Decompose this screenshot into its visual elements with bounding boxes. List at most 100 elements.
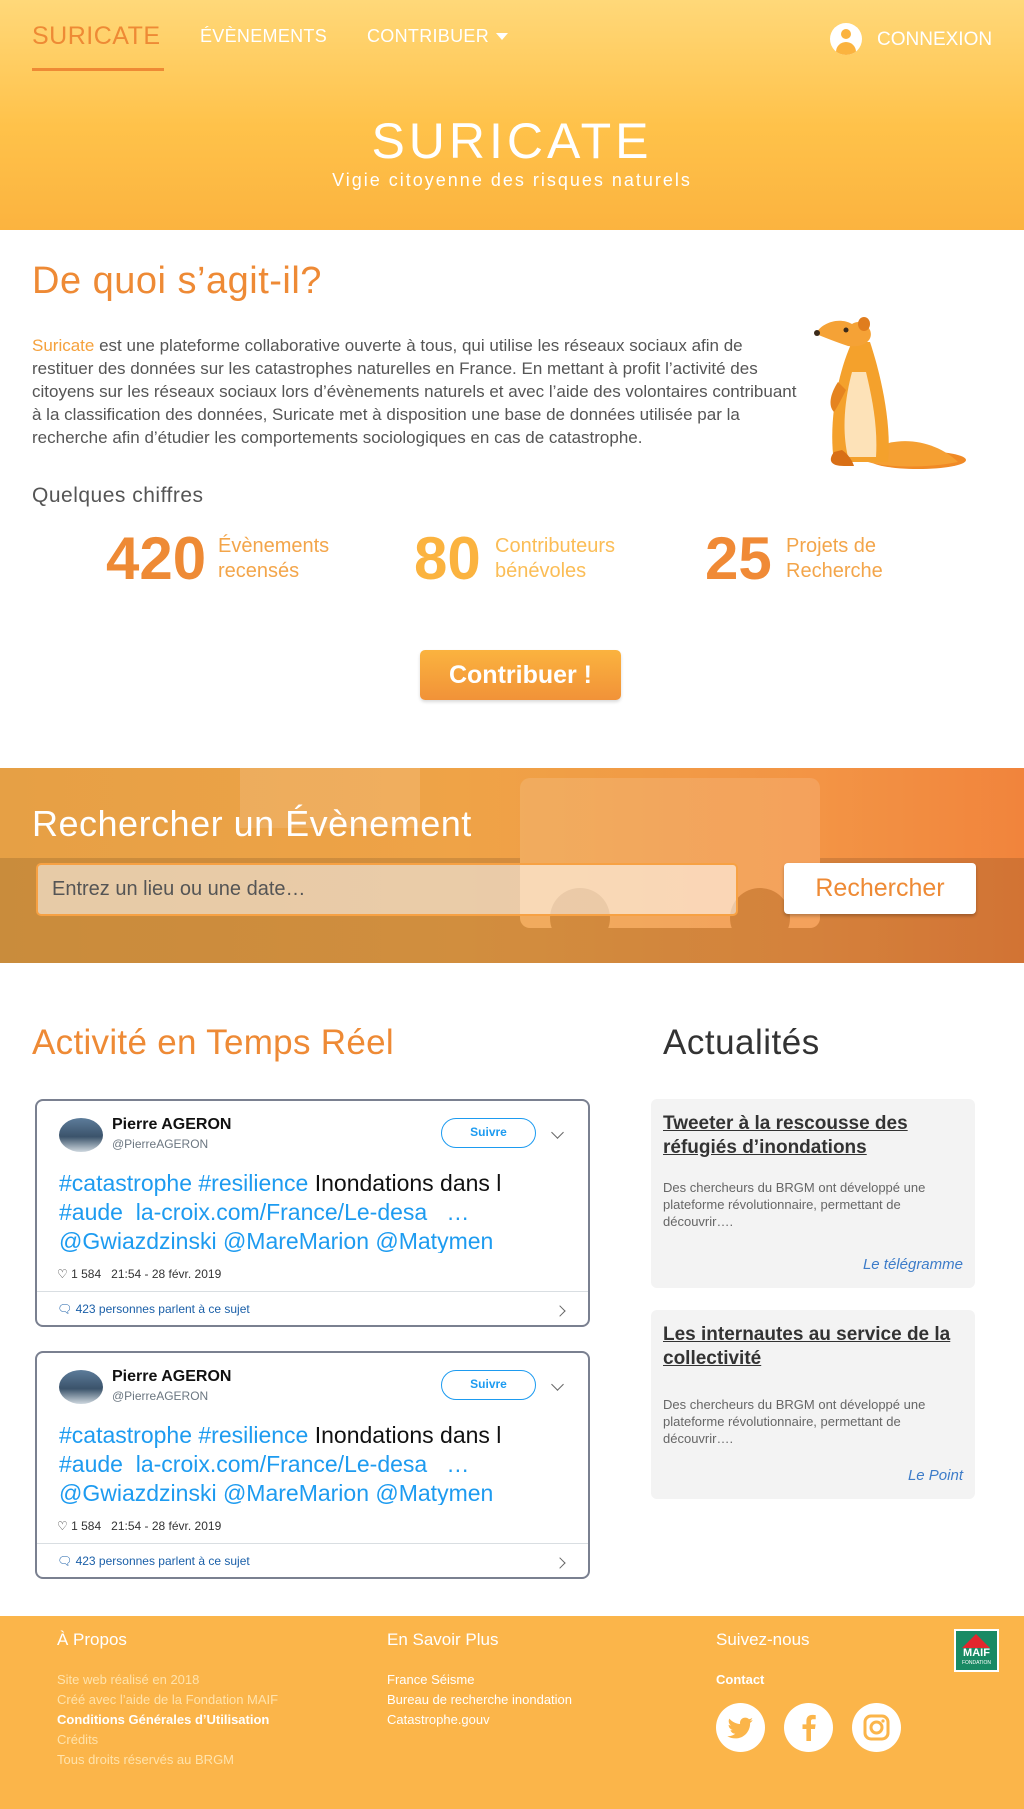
news-card-title[interactable]: Les internautes au service de la collect… [663,1323,963,1371]
stat-projects-value: 25 [705,525,772,592]
stats-title: Quelques chiffres [32,484,204,507]
news-card-title[interactable]: Tweeter à la rescousse des réfugiés d’in… [663,1112,963,1160]
tweet-author-handle[interactable]: @PierreAGERON [112,1389,208,1403]
news-card-source[interactable]: Le télégramme [863,1256,963,1273]
like-count: 1 584 [71,1267,102,1281]
avatar[interactable] [59,1118,103,1152]
about-title: De quoi s’agit-il? [32,260,322,302]
maif-foundation-logo[interactable]: MAIF FONDATION [954,1629,999,1672]
stat-contributors-value: 80 [414,525,481,592]
footer-about-item: Tous droits réservés au BRGM [57,1752,235,1767]
hashtag-link[interactable]: #aude [59,1199,123,1225]
tweet-card[interactable]: Pierre AGERON @PierreAGERON Suivre #cata… [35,1099,590,1327]
chevron-down-icon[interactable] [551,1126,564,1139]
footer-contact-link[interactable]: Contact [716,1670,764,1690]
about-text: est une plateforme collaborative ouverte… [32,336,797,447]
search-input[interactable]: Entrez un lieu ou une date… [36,863,738,916]
stat-projects-label: Projets de Recherche [786,535,883,582]
nav-events-link[interactable]: ÉVÈNEMENTS [200,26,327,47]
footer-more-title: En Savoir Plus [387,1630,499,1649]
follow-button[interactable]: Suivre [441,1370,536,1400]
stat-events-value: 420 [106,525,207,592]
news-title: Actualités [663,1023,820,1062]
footer-link[interactable]: Bureau de recherche inondation [387,1690,572,1710]
nav-contribute-menu[interactable]: CONTRIBUER [367,26,489,47]
news-card[interactable]: Tweeter à la rescousse des réfugiés d’in… [651,1099,975,1288]
about-description: Suricate est une plateforme collaborativ… [32,334,798,449]
twitter-icon[interactable] [716,1703,765,1752]
tweet-meta: ♡ 1 584 21:54 - 28 févr. 2019 [57,1267,221,1281]
news-card-excerpt: Des chercheurs du BRGM ont développé une… [663,1397,926,1446]
tweet-text: #catastrophe #resilience Inondations dan… [59,1169,559,1253]
chevron-right-icon[interactable] [554,1557,566,1569]
search-section: Rechercher un Évènement Entrez un lieu o… [0,768,1024,963]
replies-label: 423 personnes parlent à ce sujet [75,1554,250,1568]
tweet-card[interactable]: Pierre AGERON @PierreAGERON Suivre #cata… [35,1351,590,1579]
chevron-down-icon[interactable] [496,33,508,40]
hero-banner: SURICATE ÉVÈNEMENTS CONTRIBUER CONNEXION… [0,0,1024,230]
about-highlight: Suricate [32,336,95,355]
activity-title: Activité en Temps Réel [32,1023,394,1062]
nav-brand-link[interactable]: SURICATE [32,22,161,51]
divider [37,1291,588,1292]
tweet-text-body: Inondations dans l [314,1422,502,1448]
footer-about-item: Site web réalisé en 2018 [57,1672,200,1687]
stat-contributors-label: Contributeurs bénévoles [495,535,616,582]
tweet-timestamp[interactable]: 21:54 - 28 févr. 2019 [111,1267,221,1281]
instagram-icon[interactable] [852,1703,901,1752]
heart-icon[interactable]: ♡ [57,1519,68,1533]
tweet-author-name[interactable]: Pierre AGERON [112,1116,231,1134]
heart-icon[interactable]: ♡ [57,1267,68,1281]
tweet-timestamp[interactable]: 21:54 - 28 févr. 2019 [111,1519,221,1533]
hashtag-link[interactable]: #aude [59,1451,123,1477]
footer-terms-link[interactable]: Conditions Générales d’Utilisation [57,1710,269,1730]
tweet-ellipsis: … [446,1451,470,1477]
hashtag-link[interactable]: #catastrophe [59,1422,192,1448]
news-card-source[interactable]: Le Point [908,1467,963,1484]
tweet-author-name[interactable]: Pierre AGERON [112,1368,231,1386]
meerkat-illustration [814,317,966,469]
footer-link[interactable]: France Séisme [387,1670,474,1690]
news-card-excerpt: Des chercheurs du BRGM ont développé une… [663,1180,926,1229]
tweet-url-link[interactable]: la-croix.com/France/Le-desa [136,1199,427,1225]
contribute-button[interactable]: Contribuer ! [420,650,621,700]
footer-credits-link[interactable]: Crédits [57,1730,98,1750]
news-card[interactable]: Les internautes au service de la collect… [651,1310,975,1499]
footer: À Propos Site web réalisé en 2018 Créé a… [0,1616,1024,1809]
search-button[interactable]: Rechercher [784,863,976,914]
chevron-right-icon[interactable] [554,1305,566,1317]
tweet-author-handle[interactable]: @PierreAGERON [112,1137,208,1151]
user-icon[interactable] [830,23,862,55]
nav-active-underline [32,68,164,71]
hashtag-link[interactable]: #resilience [198,1422,308,1448]
footer-about-title: À Propos [57,1630,127,1649]
hashtag-link[interactable]: #resilience [198,1170,308,1196]
chevron-down-icon[interactable] [551,1378,564,1391]
footer-follow-title: Suivez-nous [716,1630,810,1649]
maif-logo-word: MAIF [963,1647,990,1659]
tweet-text: #catastrophe #resilience Inondations dan… [59,1421,559,1505]
stat-events-label: Évènements recensés [218,535,330,582]
hero-title: SURICATE [371,113,653,169]
tweet-mentions[interactable]: @Gwiazdzinski @MareMarion @Matymen [59,1479,559,1505]
comment-icon: 🗨 [57,1554,73,1568]
tweet-text-body: Inondations dans l [314,1170,502,1196]
tweet-ellipsis: … [446,1199,470,1225]
hero-subtitle: Vigie citoyenne des risques naturels [332,170,692,190]
tweet-meta: ♡ 1 584 21:54 - 28 févr. 2019 [57,1519,221,1533]
avatar[interactable] [59,1370,103,1404]
replies-label: 423 personnes parlent à ce sujet [75,1302,250,1316]
replies-link[interactable]: 🗨 423 personnes parlent à ce sujet [57,1554,250,1568]
search-title: Rechercher un Évènement [32,803,472,844]
facebook-icon[interactable] [784,1703,833,1752]
maif-logo-sub: FONDATION [961,1660,992,1666]
login-link[interactable]: CONNEXION [877,29,992,51]
tweet-mentions[interactable]: @Gwiazdzinski @MareMarion @Matymen [59,1227,559,1253]
footer-link[interactable]: Catastrophe.gouv [387,1710,490,1730]
hashtag-link[interactable]: #catastrophe [59,1170,192,1196]
follow-button[interactable]: Suivre [441,1118,536,1148]
comment-icon: 🗨 [57,1302,73,1316]
tweet-url-link[interactable]: la-croix.com/France/Le-desa [136,1451,427,1477]
footer-about-item[interactable]: Créé avec l’aide de la Fondation MAIF [57,1690,278,1710]
replies-link[interactable]: 🗨 423 personnes parlent à ce sujet [57,1302,250,1316]
